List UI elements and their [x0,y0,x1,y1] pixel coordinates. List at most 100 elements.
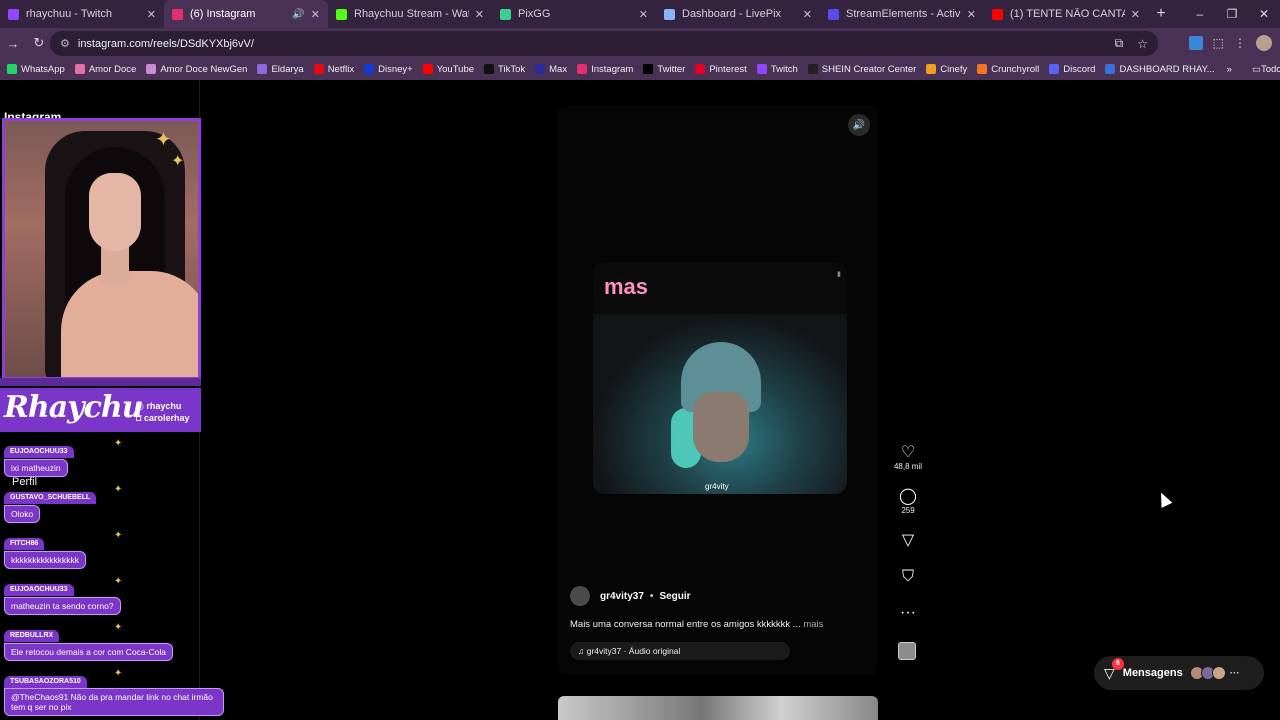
new-tab-button[interactable]: + [1148,0,1174,28]
bookmarks-overflow-button[interactable]: » [1227,64,1232,75]
like-button[interactable]: ♡ 48,8 mil [893,444,923,471]
tab-close-icon[interactable]: ✕ [311,8,320,21]
music-note-icon: ♫ [578,646,587,656]
tab-close-icon[interactable]: ✕ [1131,8,1140,21]
tab-favicon-icon [172,8,183,20]
bookmark-item[interactable]: Disney+ [364,64,413,75]
bookmark-item[interactable]: YouTube [422,64,474,75]
bookmark-favicon-icon [926,64,937,74]
site-settings-icon[interactable]: ⚙ [60,37,70,50]
browser-tab[interactable]: (6) Instagram 🔊 ✕ [164,0,328,28]
url-input[interactable]: ⚙ instagram.com/reels/DSdKYXbj6vV/ ⧉ ☆ [50,31,1158,56]
bookmark-item[interactable]: DASHBOARD RHAY... [1105,63,1215,75]
bookmark-item[interactable]: SHEIN Creator Center [807,63,917,75]
bookmark-label: Crunchyroll [991,63,1040,75]
bookmark-item[interactable]: Twitter [643,64,685,75]
bookmark-item[interactable]: Instagram [577,64,633,75]
tab-audio-icon[interactable]: 🔊 [292,9,304,20]
bookmark-item[interactable]: TikTok [484,64,525,75]
browser-tab[interactable]: Rhaychuu Stream - Watch Live ✕ [328,0,492,28]
minimize-icon[interactable]: – [1184,0,1216,28]
messages-button[interactable]: ▽ 6 Mensagens ··· [1094,656,1264,690]
bookmark-item[interactable]: Discord [1049,64,1095,75]
author-avatar[interactable] [570,586,590,606]
tab-close-icon[interactable]: ✕ [803,8,812,21]
reload-icon[interactable]: ↻ [26,30,52,56]
bookmark-item[interactable]: Amor Doce NewGen [146,64,247,75]
bookmark-item[interactable]: Max [535,64,567,75]
social-handles: ◎ rhaychu ◘ carolerhay [136,400,189,424]
chat-text: ixi matheuzin [4,459,68,477]
browser-tab[interactable]: rhaychuu - Twitch ✕ [0,0,164,28]
tab-close-icon[interactable]: ✕ [639,8,648,21]
reel-audio[interactable]: ♫ gr4vity37 · Áudio original [570,642,790,660]
chat-text: matheuzin ta sendo corno? [4,597,121,615]
reel-player[interactable]: 🔊 mas ▮ gr4vity gr4vity37 • Seguir Mais … [558,106,878,674]
next-reel-preview[interactable] [558,696,878,720]
back-icon[interactable]: → [0,30,26,56]
close-window-icon[interactable]: ✕ [1248,0,1280,28]
url-text: instagram.com/reels/DSdKYXbj6vV/ [77,37,254,50]
extensions-icon[interactable]: ⬚ [1213,36,1224,50]
save-button[interactable]: ⛉ [893,568,923,586]
ellipsis-icon[interactable]: ··· [900,604,916,622]
bookmark-favicon-icon [74,64,85,74]
chat-message: GUSTAVO_SCHUEBELL ✦ Oloko [4,484,122,523]
browser-tab[interactable]: PixGG ✕ [492,0,656,28]
all-bookmarks-folder[interactable]: ▭ Todos os favoritos [1252,64,1280,75]
bookmark-label: WhatsApp [21,63,65,75]
bookmark-star-icon[interactable]: ☆ [1137,37,1148,51]
tab-close-icon[interactable]: ✕ [147,8,156,21]
comment-button[interactable]: ◯ 259 [893,488,923,515]
tiktok-icon: ◘ [136,413,144,423]
follow-button[interactable]: Seguir [659,591,690,602]
chat-star-icon: ✦ [114,668,123,679]
tab-favicon-icon [992,8,1003,20]
audio-thumbnail[interactable] [898,642,916,660]
browser-tab[interactable]: (1) TENTE NÃO CANTAR AS 10 ✕ [984,0,1148,28]
bookmark-item[interactable]: Crunchyroll [977,64,1039,75]
author-username[interactable]: gr4vity37 [600,591,644,602]
more-options-button[interactable]: ··· [893,604,923,622]
bookmark-icon[interactable]: ⛉ [902,568,914,586]
bookmark-label: SHEIN Creator Center [821,63,917,75]
address-bar: → ↻ ⚙ instagram.com/reels/DSdKYXbj6vV/ ⧉… [0,28,1280,58]
tab-label: StreamElements - Activity feed [846,8,961,20]
tab-label: Rhaychuu Stream - Watch Live [354,8,469,20]
browser-tab[interactable]: Dashboard - LivePix ✕ [656,0,820,28]
download-icon[interactable] [1188,36,1203,50]
menu-icon[interactable]: ⋮ [1234,36,1246,50]
bookmarks-bar: WhatsApp Amor Doce Amor Doce NewGen Eldarya… [0,58,1280,80]
browser-tab[interactable]: StreamElements - Activity feed ✕ [820,0,984,28]
instagram-page: Instagram Perfil ✦ ✦ Rhaychu ◎ rhaychu ◘… [0,80,1280,720]
caption-more-link[interactable]: mais [803,619,823,630]
heart-icon[interactable]: ♡ [901,444,915,462]
install-app-icon[interactable]: ⧉ [1115,36,1124,51]
restore-icon[interactable]: ❐ [1216,0,1248,28]
bookmark-item[interactable]: WhatsApp [7,64,65,75]
tab-close-icon[interactable]: ✕ [475,8,484,21]
comment-icon[interactable]: ◯ [899,488,917,506]
bookmark-item[interactable]: Cinefy [926,64,967,75]
bookmark-item[interactable]: Pinterest [695,64,747,75]
window-controls: – ❐ ✕ [1184,0,1280,28]
bookmark-item[interactable]: Netflix [313,63,355,75]
bookmark-label: Netflix [327,63,355,75]
bookmark-label: Discord [1063,63,1096,75]
profile-avatar[interactable] [1256,35,1272,51]
brand-name: Rhaychu [4,390,144,425]
volume-icon[interactable]: 🔊 [848,114,870,136]
chat-text: kkkkkkkkkkkkkkkk [4,551,86,569]
chat-message: TSUBASAOZORA510 ✦ @TheChaos91 Não da pra m… [4,668,224,716]
bookmark-label: DASHBOARD RHAY... [1119,63,1215,75]
share-button[interactable]: ▽ [893,532,923,550]
send-icon[interactable]: ▽ [902,532,914,550]
chat-message: EUJOAOCHUU33 ✦ matheuzin ta sendo corno? [4,576,122,615]
bookmark-item[interactable]: Twitch [756,64,798,75]
handle-instagram: rhaychu [146,401,182,411]
reel-video[interactable]: mas ▮ gr4vity [593,262,847,494]
bookmark-item[interactable]: Amor Doce [74,64,136,75]
chat-message: REDBULLRX ✦ Ele retocou demais a cor com C… [4,622,173,661]
tab-close-icon[interactable]: ✕ [967,8,976,21]
bookmark-item[interactable]: Eldarya [257,64,304,75]
